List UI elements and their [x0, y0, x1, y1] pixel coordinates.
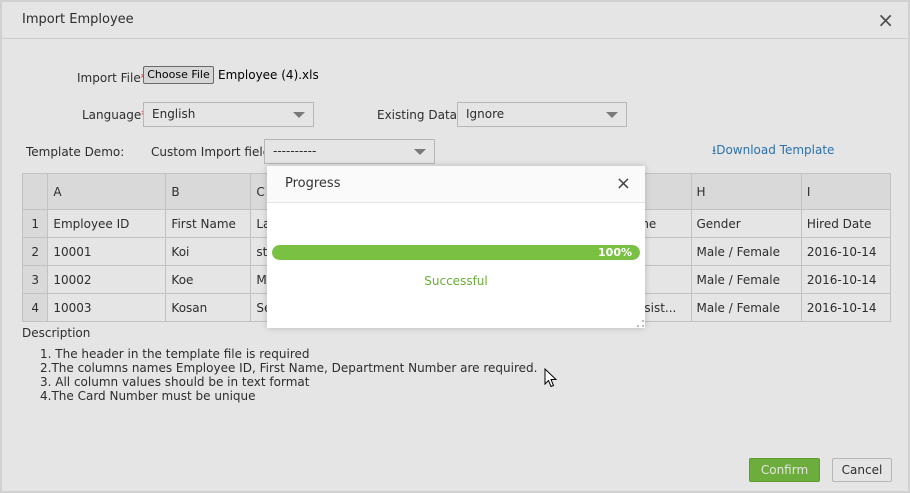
progress-percent-label: 100%: [598, 246, 632, 259]
resize-grip-icon[interactable]: [637, 320, 644, 327]
mouse-cursor-icon: [544, 368, 558, 388]
progress-dialog-title: Progress: [285, 176, 341, 191]
progress-bar: 100%: [272, 245, 640, 260]
progress-bar-fill: [272, 245, 640, 260]
progress-dialog: Progress × 100% Successful: [267, 166, 645, 328]
progress-status-text: Successful: [424, 274, 488, 288]
progress-dialog-header: Progress ×: [267, 166, 645, 203]
close-icon[interactable]: ×: [616, 174, 631, 194]
